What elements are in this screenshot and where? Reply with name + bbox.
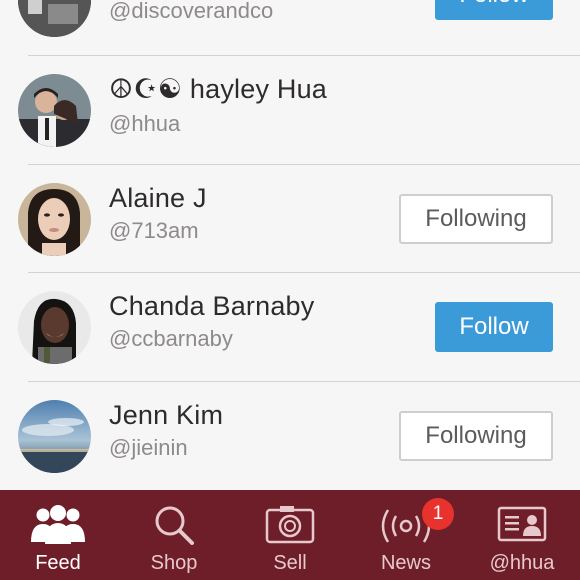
tab-label: @hhua: [489, 552, 555, 574]
list-item[interactable]: Alaine J @713am Following: [0, 165, 580, 273]
user-list: @discoverandco Follow ☮☪☯ hayley Hua @hh…: [0, 0, 580, 490]
user-handle: @hhua: [109, 111, 181, 136]
list-item[interactable]: Chanda Barnaby @ccbarnaby Follow: [0, 273, 580, 381]
tab-label: Sell: [273, 552, 307, 574]
user-name: Alaine J: [109, 183, 207, 213]
user-handle: @ccbarnaby: [109, 326, 233, 351]
avatar[interactable]: [18, 0, 91, 37]
user-name: ☮☪☯ hayley Hua: [109, 74, 327, 104]
user-name: Chanda Barnaby: [109, 291, 315, 321]
list-item[interactable]: ☮☪☯ hayley Hua @hhua: [0, 56, 580, 164]
user-handle: @713am: [109, 218, 199, 243]
tab-profile[interactable]: @hhua: [464, 490, 580, 580]
user-handle: @discoverandco: [109, 0, 274, 23]
following-button[interactable]: Following: [399, 411, 553, 461]
avatar[interactable]: [18, 183, 91, 256]
tab-label: Shop: [150, 552, 198, 574]
avatar[interactable]: [18, 400, 91, 473]
tab-news[interactable]: 1 News: [348, 490, 464, 580]
tab-feed[interactable]: Feed: [0, 490, 116, 580]
follow-button[interactable]: Follow: [435, 302, 553, 352]
people-icon: [0, 504, 116, 546]
tab-label: News: [380, 552, 431, 574]
user-handle: @jieinin: [109, 435, 188, 460]
tab-bar: Feed Shop Sell 1 News @hhua: [0, 490, 580, 580]
notification-badge: 1: [422, 498, 454, 530]
avatar[interactable]: [18, 291, 91, 364]
follow-button[interactable]: Follow: [435, 0, 553, 20]
tab-sell[interactable]: Sell: [232, 490, 348, 580]
list-item[interactable]: Jenn Kim @jieinin Following: [0, 382, 580, 490]
camera-icon: [232, 504, 348, 546]
list-item[interactable]: @discoverandco Follow: [0, 0, 580, 56]
search-icon: [116, 504, 232, 546]
user-name: Jenn Kim: [109, 400, 224, 430]
profile-card-icon: [464, 504, 580, 546]
avatar[interactable]: [18, 74, 91, 147]
following-button[interactable]: Following: [399, 194, 553, 244]
tab-shop[interactable]: Shop: [116, 490, 232, 580]
tab-label: Feed: [35, 552, 81, 574]
